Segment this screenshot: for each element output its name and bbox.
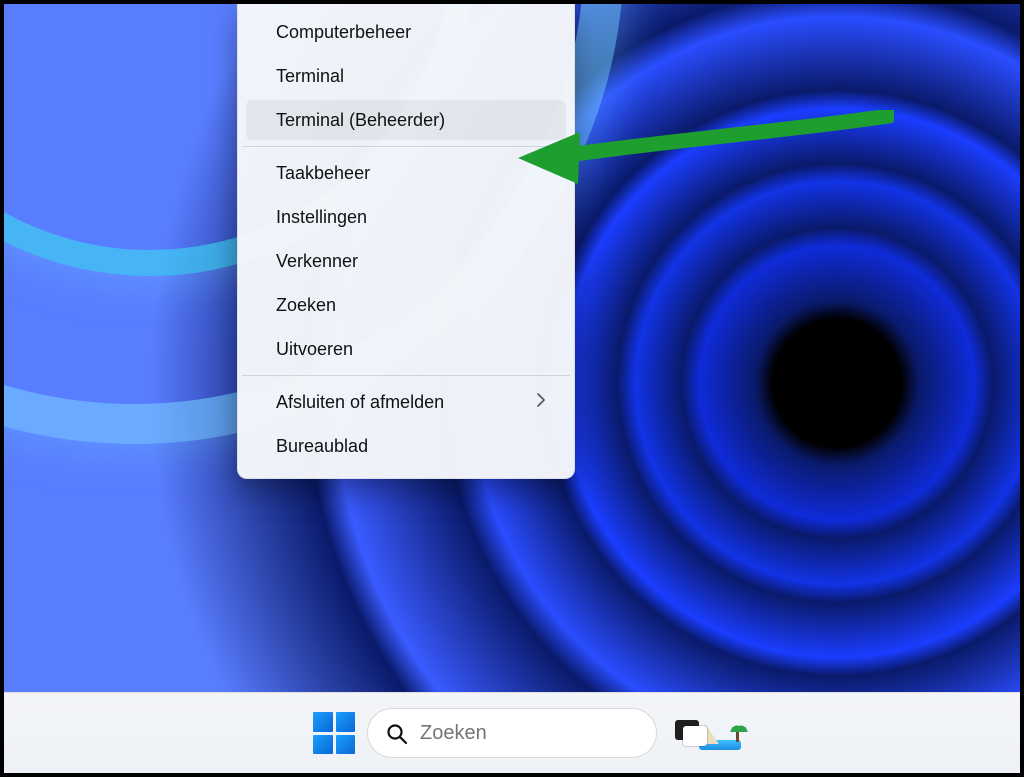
menu-item-verkenner[interactable]: Verkenner (246, 241, 566, 281)
menu-item-label: Instellingen (276, 207, 367, 228)
task-view-icon (683, 726, 707, 746)
menu-item-terminal[interactable]: Terminal (246, 56, 566, 96)
desktop-wallpaper: Computerbeheer Terminal Terminal (Beheer… (4, 4, 1020, 693)
task-view-button[interactable] (669, 712, 711, 754)
menu-item-taakbeheer[interactable]: Taakbeheer (246, 153, 566, 193)
windows-logo-icon (336, 712, 356, 732)
menu-item-label: Afsluiten of afmelden (276, 392, 444, 413)
chevron-right-icon (536, 393, 546, 412)
menu-item-label: Uitvoeren (276, 339, 353, 360)
menu-separator (242, 375, 570, 376)
windows-logo-icon (336, 735, 356, 755)
search-icon (386, 723, 406, 743)
menu-item-bureaublad[interactable]: Bureaublad (246, 426, 566, 466)
menu-item-label: Zoeken (276, 295, 336, 316)
menu-item-terminal-beheerder[interactable]: Terminal (Beheerder) (246, 100, 566, 140)
taskbar (4, 692, 1020, 773)
windows-logo-icon (313, 735, 333, 755)
menu-item-label: Terminal (276, 66, 344, 87)
menu-item-uitvoeren[interactable]: Uitvoeren (246, 329, 566, 369)
windows-logo-icon (313, 712, 333, 732)
menu-item-computerbeheer[interactable]: Computerbeheer (246, 12, 566, 52)
search-input[interactable] (418, 721, 687, 746)
menu-item-label: Bureaublad (276, 436, 368, 457)
menu-item-label: Computerbeheer (276, 22, 411, 43)
menu-item-label: Taakbeheer (276, 163, 370, 184)
menu-item-label: Verkenner (276, 251, 358, 272)
menu-item-zoeken[interactable]: Zoeken (246, 285, 566, 325)
menu-separator (242, 146, 570, 147)
taskbar-search[interactable] (367, 708, 657, 758)
menu-item-afsluiten-of-afmelden[interactable]: Afsluiten of afmelden (246, 382, 566, 422)
menu-item-instellingen[interactable]: Instellingen (246, 197, 566, 237)
menu-item-label: Terminal (Beheerder) (276, 110, 445, 131)
start-button[interactable] (313, 712, 355, 754)
winx-context-menu[interactable]: Computerbeheer Terminal Terminal (Beheer… (237, 4, 575, 479)
